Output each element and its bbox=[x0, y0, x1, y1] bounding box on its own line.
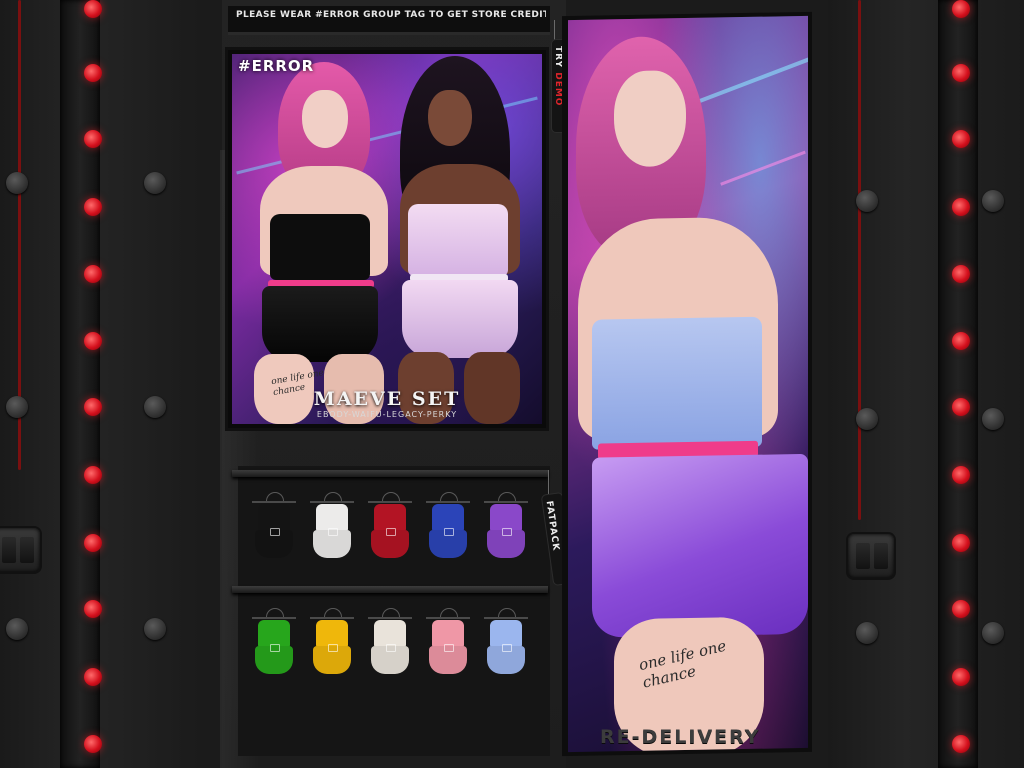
red-led-light bbox=[84, 198, 102, 216]
right-red-cable bbox=[858, 0, 861, 520]
left-wall-beam bbox=[60, 0, 100, 768]
red-led-light bbox=[84, 534, 102, 552]
red-led-light bbox=[84, 735, 102, 753]
left-wall bbox=[0, 0, 200, 768]
outfit-light-blue[interactable] bbox=[480, 608, 532, 680]
store-booth-scene: PLEASE WEAR #ERROR GROUP TAG TO GET STOR… bbox=[0, 0, 1024, 768]
blue-bustier bbox=[592, 316, 762, 450]
outfit-pink[interactable] bbox=[422, 608, 474, 680]
hanger-bar bbox=[310, 501, 354, 503]
wall-bolt bbox=[982, 190, 1004, 212]
red-led-light bbox=[952, 668, 970, 686]
red-led-light bbox=[84, 398, 102, 416]
neon-streak bbox=[691, 51, 808, 106]
red-led-light bbox=[952, 130, 970, 148]
belt-buckle bbox=[502, 528, 512, 536]
black-bustier bbox=[270, 214, 370, 280]
wall-bolt bbox=[144, 618, 166, 640]
red-led-light bbox=[952, 398, 970, 416]
red-led-light bbox=[84, 668, 102, 686]
red-led-light bbox=[952, 735, 970, 753]
red-led-light bbox=[952, 0, 970, 18]
demo-tag-string bbox=[554, 20, 555, 42]
belt-buckle bbox=[270, 644, 280, 652]
outfit-blue[interactable] bbox=[422, 492, 474, 564]
red-led-light bbox=[952, 534, 970, 552]
left-switch-box[interactable] bbox=[0, 528, 40, 572]
hanger-bar bbox=[310, 617, 354, 619]
hanger-bar bbox=[426, 617, 470, 619]
hanger-bar bbox=[368, 617, 412, 619]
product-title: MAEVE SET bbox=[313, 388, 461, 410]
wall-bolt bbox=[6, 172, 28, 194]
hanger-bar bbox=[368, 501, 412, 503]
group-tag-notice: PLEASE WEAR #ERROR GROUP TAG TO GET STOR… bbox=[236, 10, 546, 20]
red-led-light bbox=[952, 198, 970, 216]
belt-buckle bbox=[444, 528, 454, 536]
belt-buckle bbox=[270, 528, 280, 536]
wall-bolt bbox=[856, 408, 878, 430]
right-switch-box[interactable] bbox=[848, 534, 894, 578]
right-wall bbox=[828, 0, 1024, 768]
right-wall-beam bbox=[938, 0, 978, 768]
red-led-light bbox=[952, 265, 970, 283]
red-led-light bbox=[84, 64, 102, 82]
wall-bolt bbox=[982, 622, 1004, 644]
lilac-latex-shorts bbox=[402, 280, 518, 358]
red-led-light bbox=[84, 0, 102, 18]
red-led-light bbox=[952, 466, 970, 484]
redelivery-sign[interactable]: RE-DELIVERY bbox=[600, 726, 760, 748]
red-led-light bbox=[84, 130, 102, 148]
figure-face bbox=[302, 90, 348, 148]
outfit-black[interactable] bbox=[248, 492, 300, 564]
belt-buckle bbox=[386, 528, 396, 536]
hanging-rail-bottom bbox=[232, 586, 548, 593]
hanger-bar bbox=[252, 501, 296, 503]
wall-bolt bbox=[856, 622, 878, 644]
hanger-bar bbox=[484, 617, 528, 619]
belt-buckle bbox=[386, 644, 396, 652]
product-body-compatibility: EBODY-WAIFU-LEGACY-PERKY bbox=[316, 410, 458, 419]
outfit-purple[interactable] bbox=[480, 492, 532, 564]
black-latex-shorts bbox=[262, 286, 378, 362]
red-led-light bbox=[84, 332, 102, 350]
neon-streak bbox=[720, 150, 806, 186]
red-led-light bbox=[952, 64, 970, 82]
wall-bolt bbox=[856, 190, 878, 212]
red-led-light bbox=[952, 332, 970, 350]
red-led-light bbox=[84, 265, 102, 283]
belt-buckle bbox=[502, 644, 512, 652]
belt-buckle bbox=[328, 644, 338, 652]
purple-latex-shorts bbox=[592, 453, 808, 638]
wall-bolt bbox=[6, 396, 28, 418]
brand-logo: #ERROR bbox=[238, 57, 315, 75]
outfit-green[interactable] bbox=[248, 608, 300, 680]
hanger-bar bbox=[484, 501, 528, 503]
figure-face bbox=[428, 90, 472, 146]
wall-bolt bbox=[6, 618, 28, 640]
outfit-white[interactable] bbox=[306, 492, 358, 564]
side-poster-art: one life one chance bbox=[568, 15, 808, 753]
belt-buckle bbox=[328, 528, 338, 536]
hanger-bar bbox=[426, 501, 470, 503]
wall-bolt bbox=[144, 396, 166, 418]
wall-bolt bbox=[144, 172, 166, 194]
belt-buckle bbox=[444, 644, 454, 652]
hanger-bar bbox=[252, 617, 296, 619]
hanging-rail-top bbox=[232, 470, 548, 477]
side-ad-poster[interactable]: one life one chance bbox=[562, 11, 812, 757]
red-led-light bbox=[84, 600, 102, 618]
outfit-cream[interactable] bbox=[364, 608, 416, 680]
lilac-bustier bbox=[408, 204, 508, 276]
main-poster-art: #ERROR one life one chance MAEVE SET EBO… bbox=[232, 54, 542, 424]
outfit-yellow[interactable] bbox=[306, 608, 358, 680]
wall-bolt bbox=[982, 408, 1004, 430]
red-led-light bbox=[84, 466, 102, 484]
red-led-light bbox=[952, 600, 970, 618]
outfit-red[interactable] bbox=[364, 492, 416, 564]
main-ad-poster[interactable]: #ERROR one life one chance MAEVE SET EBO… bbox=[228, 50, 546, 428]
